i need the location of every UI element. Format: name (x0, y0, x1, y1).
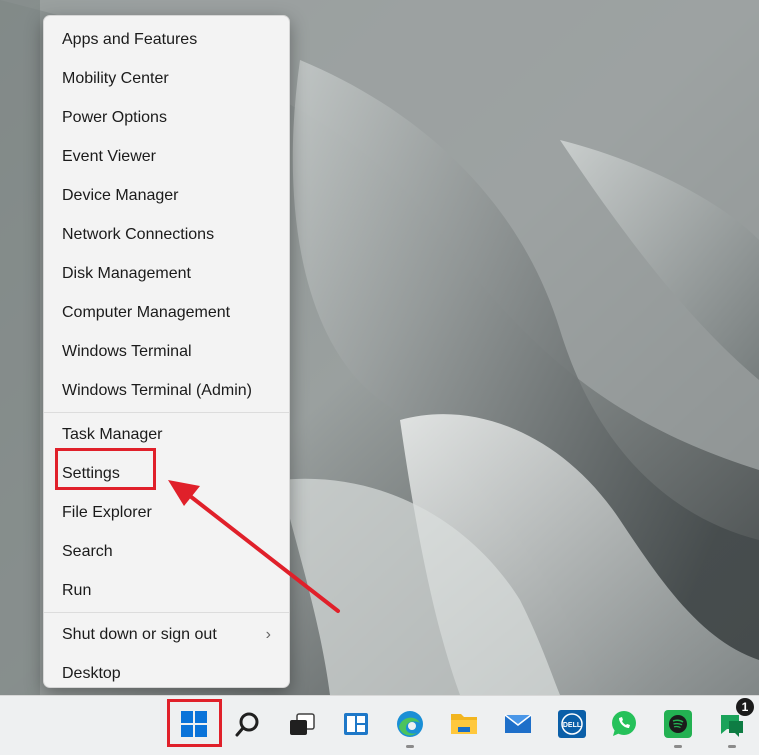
menu-item[interactable]: Device Manager (44, 176, 289, 215)
menu-item[interactable]: Apps and Features (44, 20, 289, 59)
menu-item[interactable]: Disk Management (44, 254, 289, 293)
menu-item[interactable]: Event Viewer (44, 137, 289, 176)
search-icon[interactable] (226, 702, 270, 746)
whatsapp-icon[interactable] (602, 702, 646, 746)
edge-icon[interactable] (388, 702, 432, 748)
chevron-right-icon: › (265, 626, 271, 643)
menu-item[interactable]: Run (44, 571, 289, 610)
widgets-icon[interactable] (334, 702, 378, 746)
start-icon[interactable] (172, 702, 216, 746)
file-explorer-icon[interactable] (442, 702, 486, 746)
dell-icon[interactable]: DELL (550, 702, 594, 746)
menu-item[interactable]: Desktop (44, 654, 289, 693)
menu-item[interactable]: File Explorer (44, 493, 289, 532)
menu-separator (44, 412, 289, 413)
menu-item[interactable]: Task Manager (44, 415, 289, 454)
menu-item[interactable]: Network Connections (44, 215, 289, 254)
menu-item[interactable]: Windows Terminal (Admin) (44, 371, 289, 410)
menu-item[interactable]: Windows Terminal (44, 332, 289, 371)
menu-separator (44, 612, 289, 613)
running-indicator (406, 745, 414, 748)
chat-icon[interactable]: 1 (710, 698, 754, 748)
chat-badge: 1 (736, 698, 754, 716)
task-view-icon[interactable] (280, 702, 324, 746)
taskbar: DELL 1 (0, 695, 759, 755)
mail-icon[interactable] (496, 702, 540, 746)
context-menu: Apps and Features Mobility Center Power … (43, 15, 290, 688)
menu-item-settings[interactable]: Settings (44, 454, 289, 493)
dell-label: DELL (563, 722, 582, 729)
running-indicator (674, 745, 682, 748)
menu-item-shutdown[interactable]: Shut down or sign out › (44, 615, 289, 654)
menu-item[interactable]: Mobility Center (44, 59, 289, 98)
menu-item[interactable]: Search (44, 532, 289, 571)
menu-item[interactable]: Power Options (44, 98, 289, 137)
running-indicator (728, 745, 736, 748)
menu-item-label: Shut down or sign out (62, 626, 217, 643)
spotify-icon[interactable] (656, 702, 700, 748)
menu-item[interactable]: Computer Management (44, 293, 289, 332)
